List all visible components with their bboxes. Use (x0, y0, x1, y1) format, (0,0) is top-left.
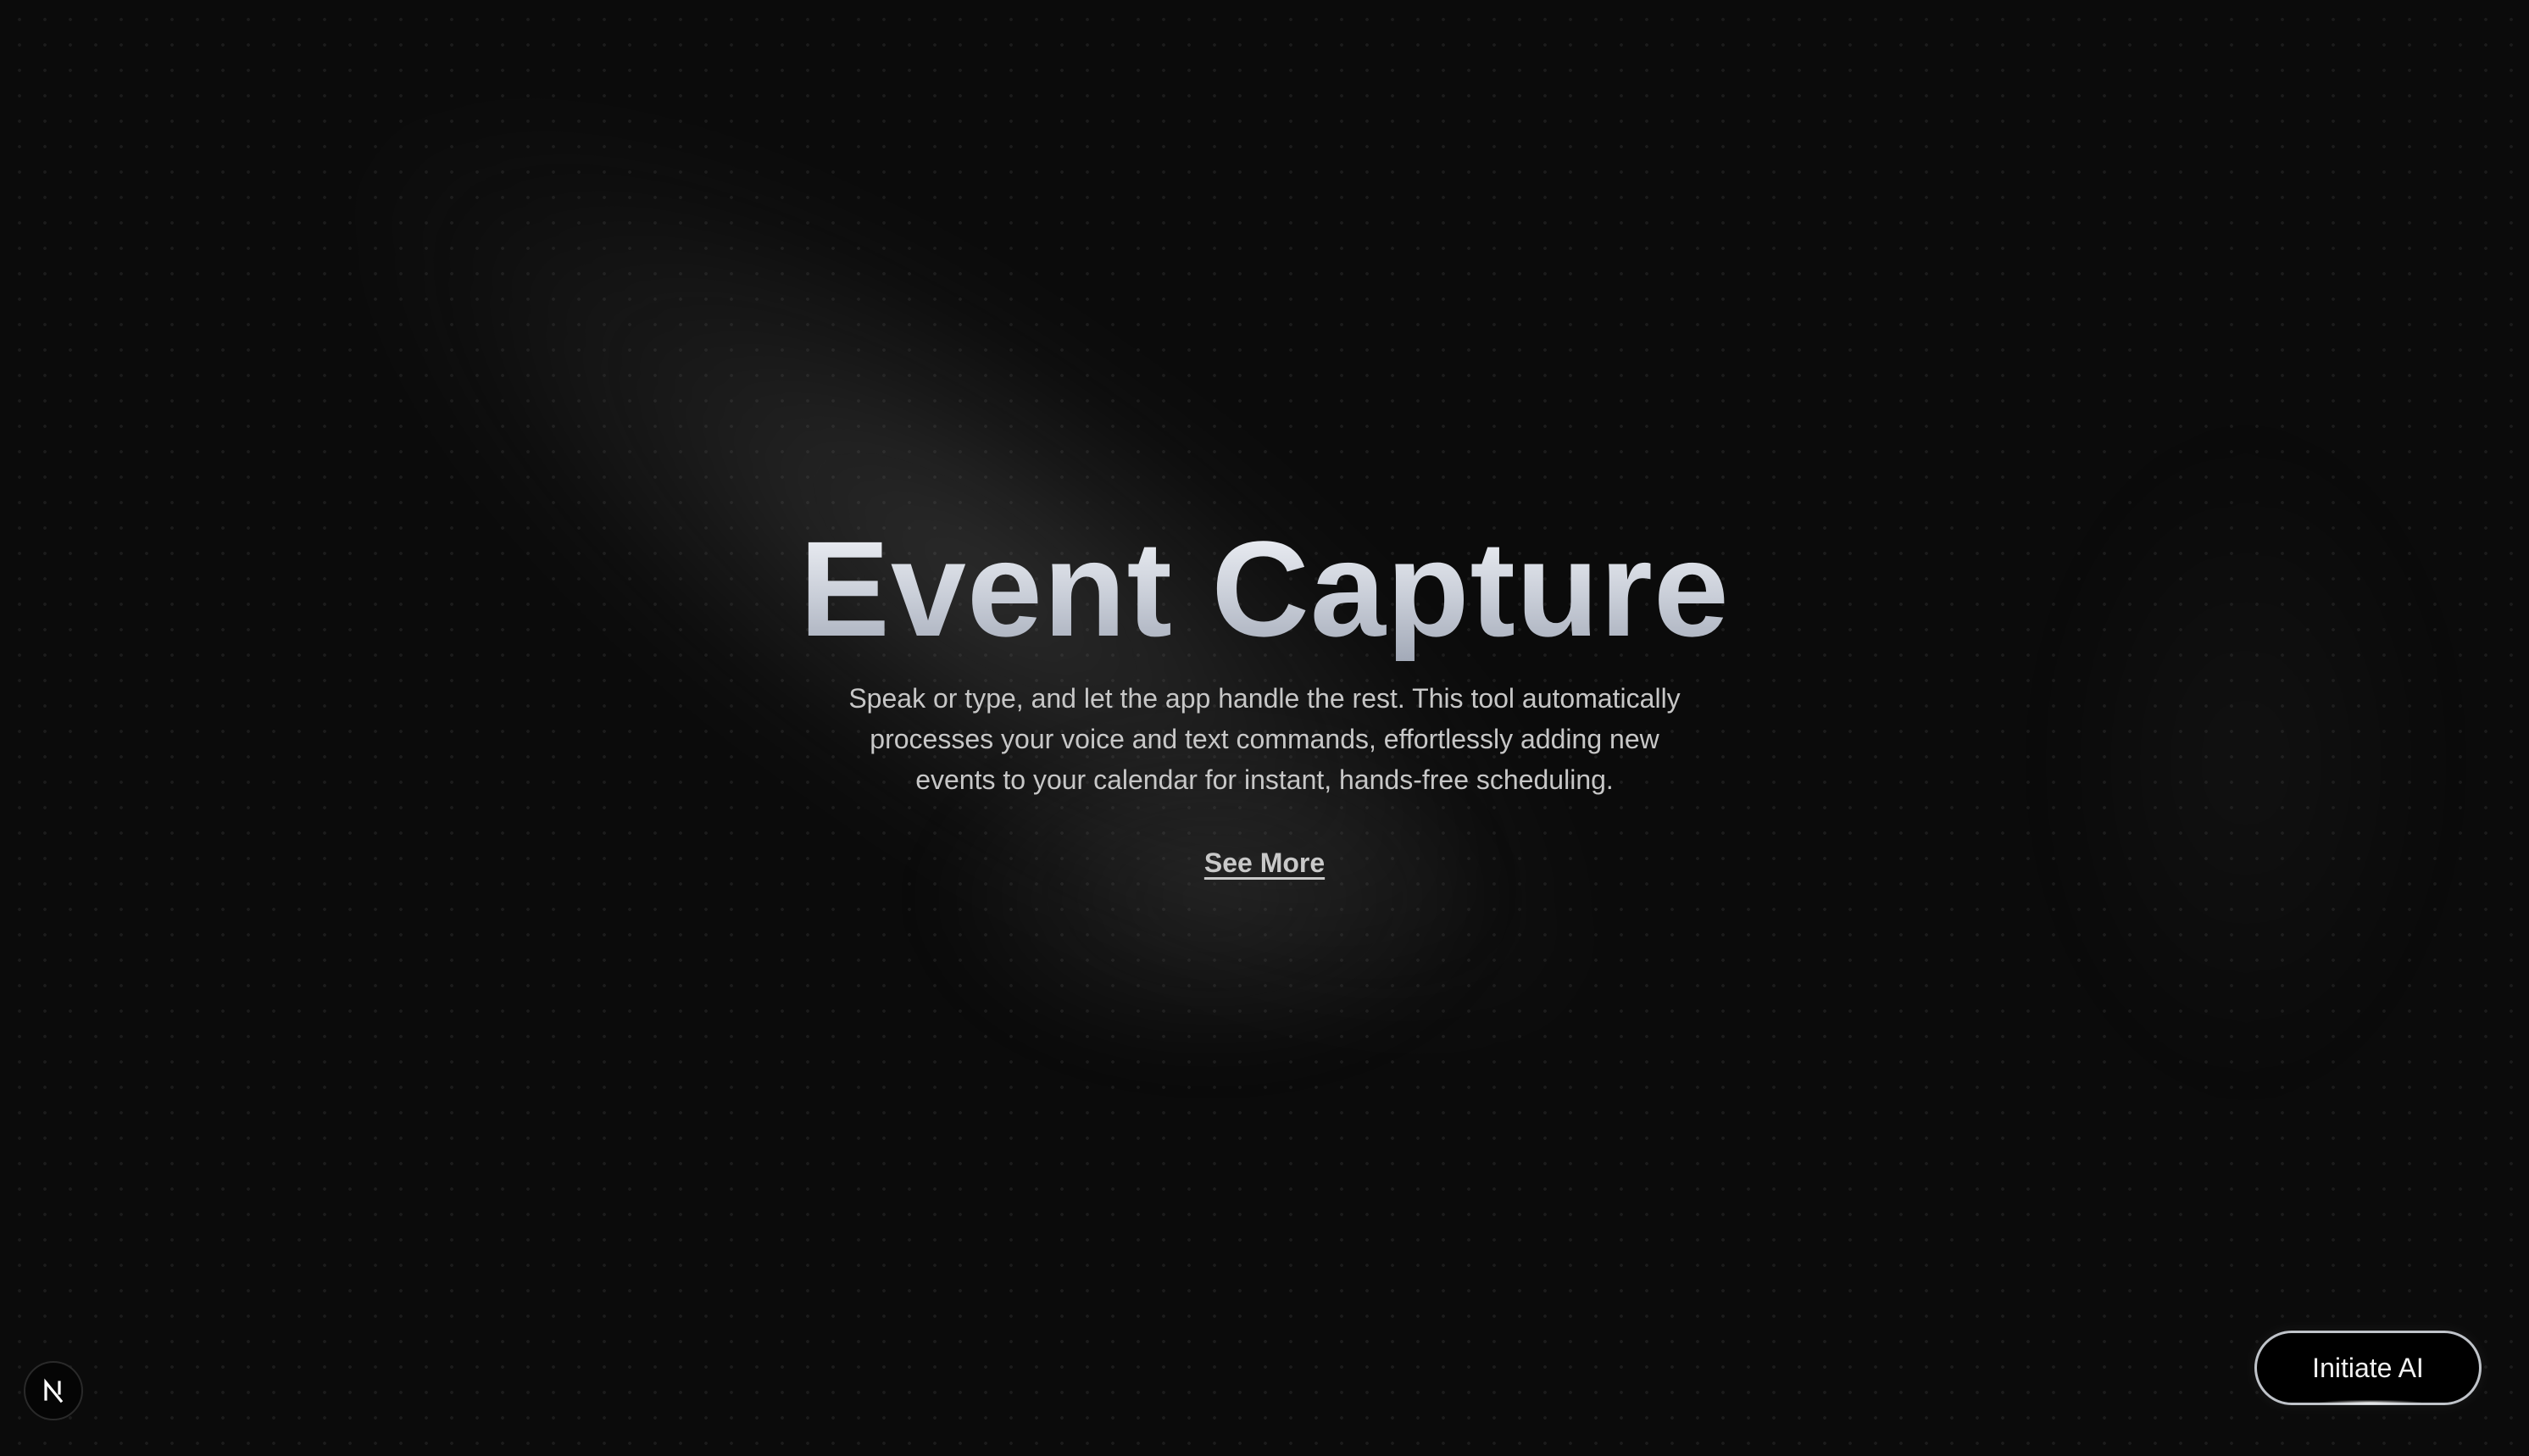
initiate-ai-label: Initiate AI (2312, 1352, 2424, 1383)
button-shine (2320, 1400, 2421, 1405)
initiate-ai-button[interactable]: Initiate AI (2254, 1331, 2482, 1405)
n-logo-badge[interactable] (24, 1361, 83, 1420)
see-more-link[interactable]: See More (1204, 846, 1325, 880)
page-title: Event Capture (0, 517, 2529, 661)
n-logo-icon (44, 1378, 64, 1403)
page: Event Capture Speak or type, and let the… (0, 0, 2529, 1456)
hero-section: Event Capture Speak or type, and let the… (0, 517, 2529, 880)
hero-description: Speak or type, and let the app handle th… (848, 683, 1681, 795)
